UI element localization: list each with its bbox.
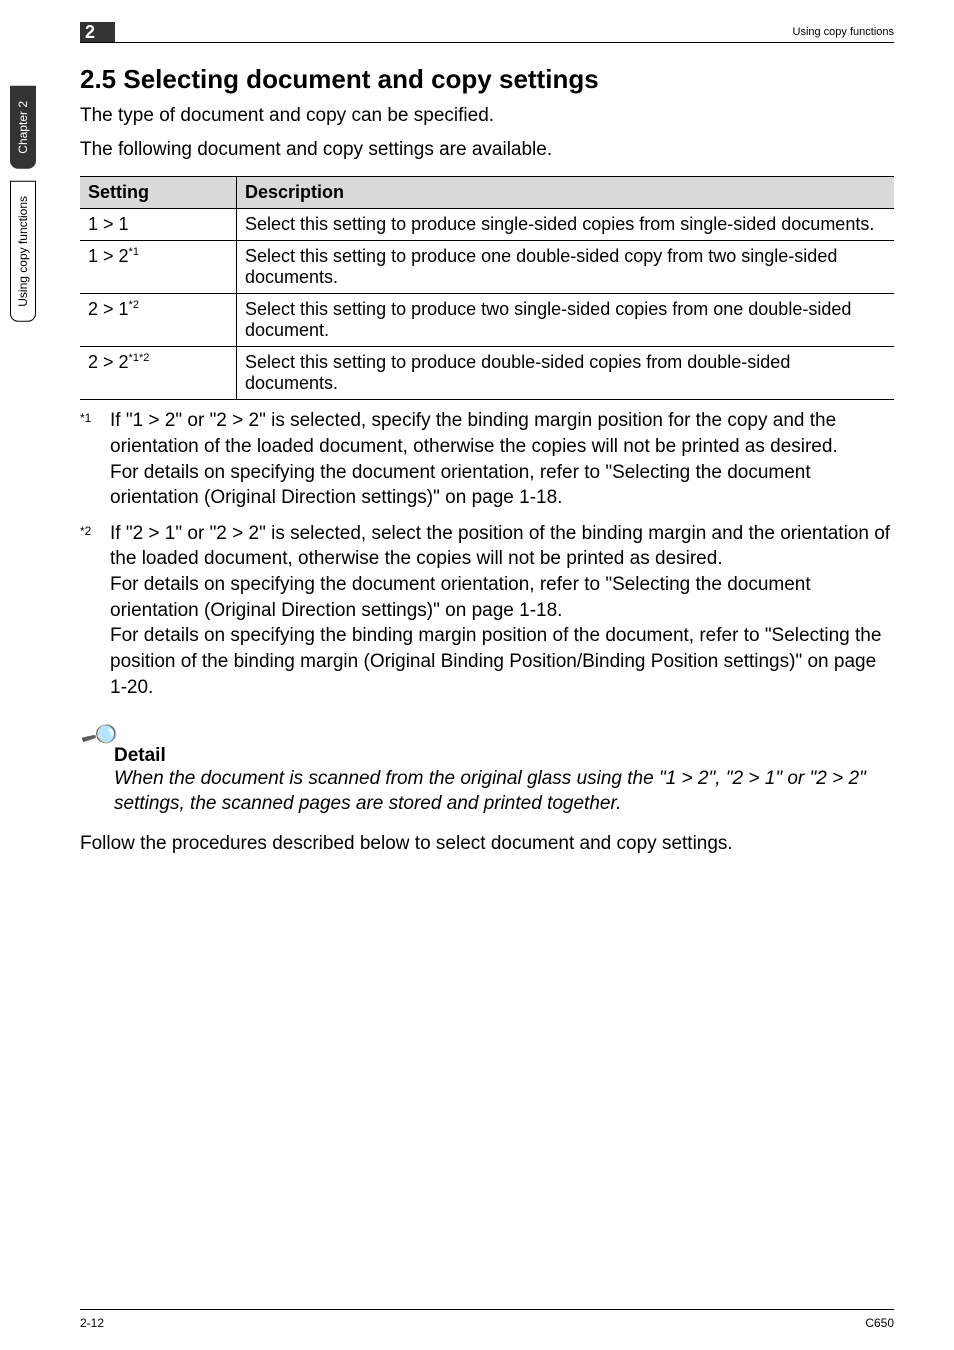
footnote-marker: *1 xyxy=(80,408,110,511)
footnote-marker: *2 xyxy=(80,521,110,700)
footnote-2: *2 If "2 > 1" or "2 > 2" is selected, se… xyxy=(80,521,894,700)
chapter-number-box: 2 xyxy=(80,22,115,42)
cell-setting: 2 > 1*2 xyxy=(80,294,237,347)
setting-value: 2 > 2 xyxy=(88,352,129,372)
intro-paragraph-2: The following document and copy settings… xyxy=(80,137,894,163)
top-bar: 2 Using copy functions xyxy=(80,22,894,46)
side-tab-section: Using copy functions xyxy=(10,181,36,322)
table-header-row: Setting Description xyxy=(80,177,894,209)
closing-paragraph: Follow the procedures described below to… xyxy=(80,831,894,857)
footnote-text: For details on specifying the binding ma… xyxy=(110,625,881,697)
table-row: 2 > 2*1*2 Select this setting to produce… xyxy=(80,347,894,400)
col-header-setting: Setting xyxy=(80,177,237,209)
setting-value: 1 > 1 xyxy=(88,214,129,234)
setting-sup: *1 xyxy=(129,246,139,258)
footnote-text: For details on specifying the document o… xyxy=(110,462,811,509)
side-tabs: Chapter 2 Using copy functions xyxy=(10,86,38,333)
footer-model: C650 xyxy=(865,1316,894,1330)
detail-body: When the document is scanned from the or… xyxy=(114,767,894,816)
cell-description: Select this setting to produce one doubl… xyxy=(237,241,895,294)
top-rule xyxy=(80,42,894,43)
footer-rule xyxy=(80,1309,894,1310)
running-head: Using copy functions xyxy=(793,26,895,38)
section-title: 2.5 Selecting document and copy settings xyxy=(80,64,894,95)
detail-section: 🔍 Detail When the document is scanned fr… xyxy=(80,710,894,816)
cell-setting: 1 > 1 xyxy=(80,209,237,241)
setting-value: 1 > 2 xyxy=(88,246,129,266)
cell-description: Select this setting to produce double-si… xyxy=(237,347,895,400)
setting-value: 2 > 1 xyxy=(88,299,129,319)
cell-description: Select this setting to produce single-si… xyxy=(237,209,895,241)
table-row: 1 > 2*1 Select this setting to produce o… xyxy=(80,241,894,294)
detail-heading: Detail xyxy=(114,745,894,767)
footnote-text: For details on specifying the document o… xyxy=(110,574,811,621)
cell-setting: 2 > 2*1*2 xyxy=(80,347,237,400)
footnote-1: *1 If "1 > 2" or "2 > 2" is selected, sp… xyxy=(80,408,894,511)
footnote-text: If "1 > 2" or "2 > 2" is selected, speci… xyxy=(110,410,838,457)
footnote-text: If "2 > 1" or "2 > 2" is selected, selec… xyxy=(110,523,890,570)
setting-sup: *1*2 xyxy=(129,352,150,364)
footnotes: *1 If "1 > 2" or "2 > 2" is selected, sp… xyxy=(80,408,894,700)
intro-paragraph-1: The type of document and copy can be spe… xyxy=(80,103,894,129)
cell-description: Select this setting to produce two singl… xyxy=(237,294,895,347)
setting-sup: *2 xyxy=(129,299,139,311)
table-row: 1 > 1 Select this setting to produce sin… xyxy=(80,209,894,241)
settings-table: Setting Description 1 > 1 Select this se… xyxy=(80,176,894,400)
cell-setting: 1 > 2*1 xyxy=(80,241,237,294)
side-tab-chapter: Chapter 2 xyxy=(10,86,36,169)
footer-page-number: 2-12 xyxy=(80,1316,104,1330)
table-row: 2 > 1*2 Select this setting to produce t… xyxy=(80,294,894,347)
col-header-description: Description xyxy=(237,177,895,209)
